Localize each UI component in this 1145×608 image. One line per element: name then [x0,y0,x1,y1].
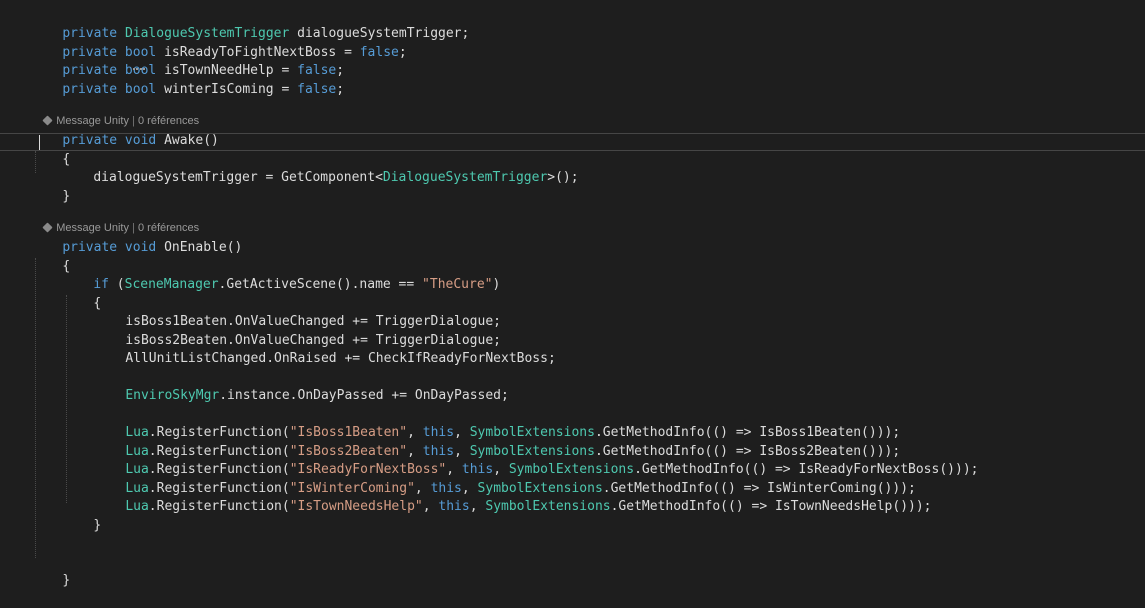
code-line[interactable]: private bool winterIsComing = false; [31,63,344,97]
code-line[interactable]: { [62,277,101,311]
code-line[interactable]: { [31,240,70,274]
type-name: DialogueSystemTrigger [382,170,548,185]
code-line[interactable]: private DialogueSystemTrigger dialogueSy… [31,7,469,41]
type-name: SymbolExtensions [485,499,611,514]
code-line[interactable]: } [31,170,70,204]
code-line[interactable]: if (SceneManager.GetActiveScene().name =… [62,258,500,292]
codelens-awake[interactable]: Message Unity | 0 références [31,100,199,127]
brace: } [62,573,71,588]
code-text: , [469,499,486,514]
codelens-onenable[interactable]: Message Unity | 0 références [31,207,199,234]
code-text: ) [492,277,501,292]
brace: } [93,518,102,533]
code-text: () [203,133,219,148]
code-text: ; [398,45,407,60]
code-text: .GetMethodInfo(() => IsTownNeedsHelp()))… [610,499,932,514]
method-name: Awake [164,133,204,148]
code-line[interactable]: { [31,133,70,167]
code-line[interactable]: private void OnEnable() [31,221,242,255]
method-name: OnEnable [164,240,227,255]
brace: } [62,189,71,204]
type-name: EnviroSkyMgr [125,388,220,403]
type-name: Lua [125,499,149,514]
code-line[interactable]: EnviroSkyMgr.instance.OnDayPassed += OnD… [94,369,509,403]
code-line[interactable]: } [62,499,101,533]
type-name: SceneManager [124,277,219,292]
code-text: .instance.OnDayPassed += OnDayPassed; [219,388,509,403]
string-literal: "IsTownNeedsHelp" [289,499,423,514]
indent-guide [35,258,36,558]
code-text: ; [336,82,345,97]
keyword: false [359,45,399,60]
code-text: ( [108,277,125,292]
code-line[interactable]: dialogueSystemTrigger = GetComponent<Dia… [62,151,578,185]
code-text: >(); [547,170,579,185]
keyword: false [297,82,337,97]
code-line[interactable]: private void Awake() [31,114,219,148]
code-line[interactable]: Lua.RegisterFunction("IsWinterComing", t… [94,462,916,496]
code-line[interactable]: Lua.RegisterFunction("IsTownNeedsHelp", … [94,480,931,514]
keyword: private void [62,240,165,255]
code-editor[interactable]: private DialogueSystemTrigger dialogueSy… [0,0,1145,588]
text-caret [39,135,40,150]
code-line[interactable]: Lua.RegisterFunction("IsBoss2Beaten", th… [94,425,900,459]
code-line[interactable]: Lua.RegisterFunction("IsReadyForNextBoss… [94,443,978,477]
code-text: winterIsComing = [164,82,298,97]
code-line[interactable]: isBoss2Beaten.OnValueChanged += TriggerD… [94,314,501,348]
string-literal: "TheCure" [422,277,493,292]
code-text: () [226,240,243,255]
keyword: private bool [62,82,165,97]
code-line[interactable]: private bool isReadyToFightNextBoss = fa… [31,26,406,60]
code-line[interactable]: private bool isTownNeedHelp = false; [31,44,344,78]
code-text: AllUnitListChanged.OnRaised += CheckIfRe… [125,351,556,366]
code-text: .RegisterFunction( [148,499,290,514]
code-text: .GetActiveScene().name == [218,277,423,292]
code-line[interactable]: AllUnitListChanged.OnRaised += CheckIfRe… [94,332,555,366]
code-line[interactable]: Lua.RegisterFunction("IsBoss1Beaten", th… [94,406,900,440]
code-line[interactable]: } [31,554,70,588]
code-text: dialogueSystemTrigger = GetComponent< [93,170,383,185]
code-text: , [422,499,439,514]
keyword: private void [62,133,165,148]
code-line[interactable]: isBoss1Beaten.OnValueChanged += TriggerD… [94,295,501,329]
keyword: this [438,499,470,514]
